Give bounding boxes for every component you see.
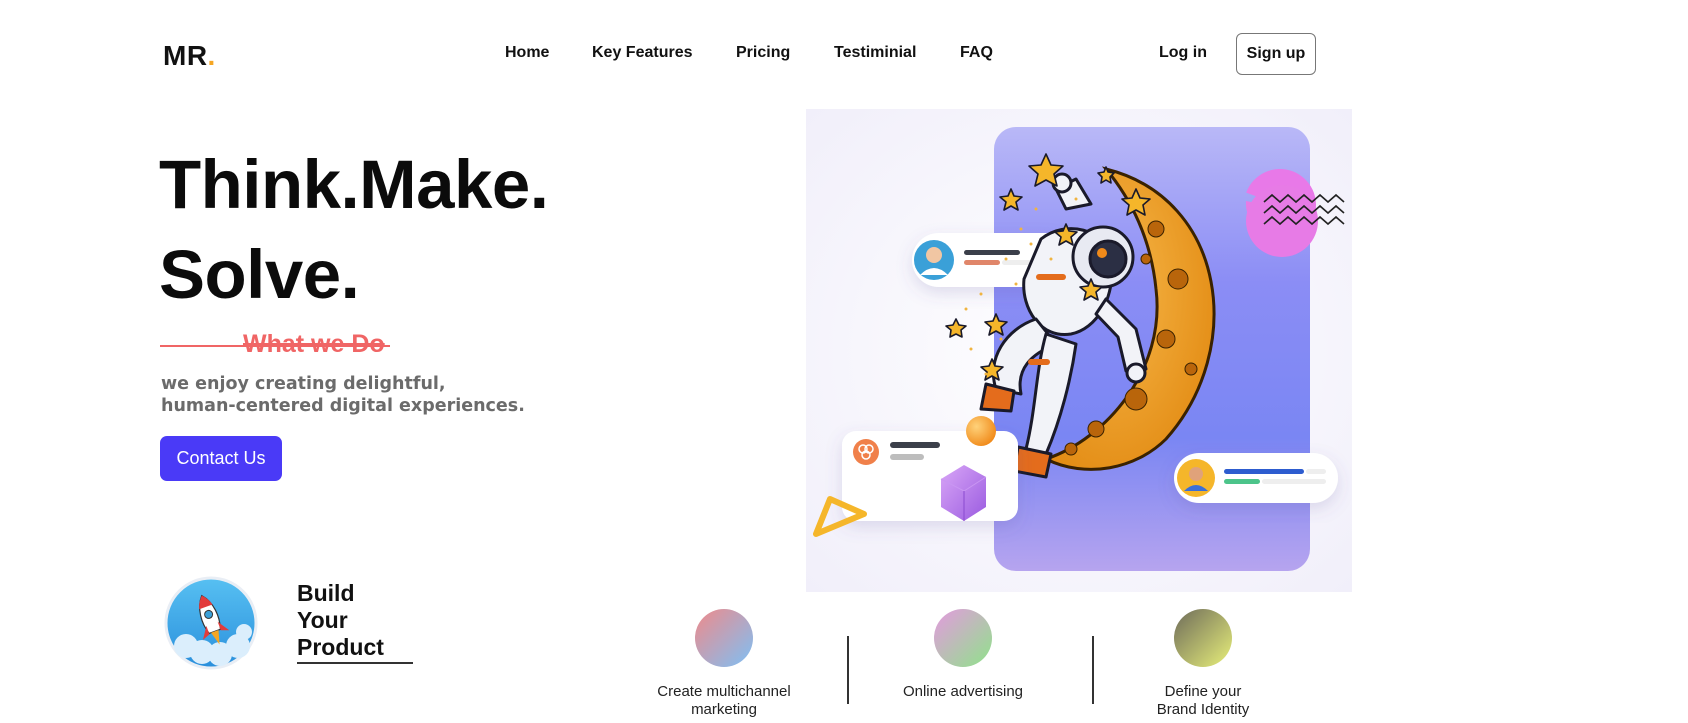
hero-title-line2: Solve. — [159, 236, 360, 313]
nav-testiminial[interactable]: Testiminial — [834, 44, 916, 62]
feature-multichannel-line2: marketing — [691, 701, 757, 718]
feature-brand-identity-line1: Define your — [1164, 683, 1242, 700]
nav-pricing[interactable]: Pricing — [736, 44, 790, 62]
login-link[interactable]: Log in — [1159, 44, 1207, 62]
rocket-icon — [164, 576, 258, 670]
feature-brand-identity-label: Define your Brand Identity — [1123, 683, 1283, 719]
logo-dot: . — [207, 40, 216, 71]
signup-button[interactable]: Sign up — [1236, 33, 1316, 75]
build-your-product-heading: Build Your Product — [297, 580, 384, 661]
feature-divider — [1092, 636, 1094, 704]
hero-description-line2: human-centered digital experiences. — [161, 396, 525, 416]
feature-advertising-line1: Online advertising — [902, 683, 1024, 700]
logo[interactable]: MR. — [163, 40, 216, 72]
feature-multichannel-icon — [695, 609, 753, 667]
nav-home[interactable]: Home — [505, 44, 549, 62]
feature-brand-identity-icon — [1174, 609, 1232, 667]
nav-faq[interactable]: FAQ — [960, 44, 993, 62]
build-line3: Product — [297, 634, 384, 660]
logo-text: MR — [163, 40, 208, 71]
feature-advertising-icon — [934, 609, 992, 667]
build-line2: Your — [297, 607, 348, 633]
landing-page: MR. Home Key Features Pricing Testiminia… — [0, 0, 1688, 723]
feature-multichannel-line1: Create multichannel — [657, 683, 791, 700]
feature-multichannel-label: Create multichannel marketing — [644, 683, 804, 719]
build-line1: Build — [297, 580, 355, 606]
contact-us-button[interactable]: Contact Us — [160, 436, 282, 481]
feature-advertising-label: Online advertising — [883, 683, 1043, 701]
hero-description: we enjoy creating delightful, human-cent… — [161, 373, 525, 417]
feature-divider — [847, 636, 849, 704]
feature-brand-identity-line2: Brand Identity — [1156, 701, 1250, 718]
hero-title-line1: Think.Make. — [159, 146, 549, 223]
section-label: What we Do — [243, 330, 385, 358]
build-underline — [297, 662, 413, 664]
hero-description-line1: we enjoy creating delightful, — [161, 374, 446, 394]
nav-key-features[interactable]: Key Features — [592, 44, 693, 62]
astronaut-illustration — [806, 109, 1352, 592]
